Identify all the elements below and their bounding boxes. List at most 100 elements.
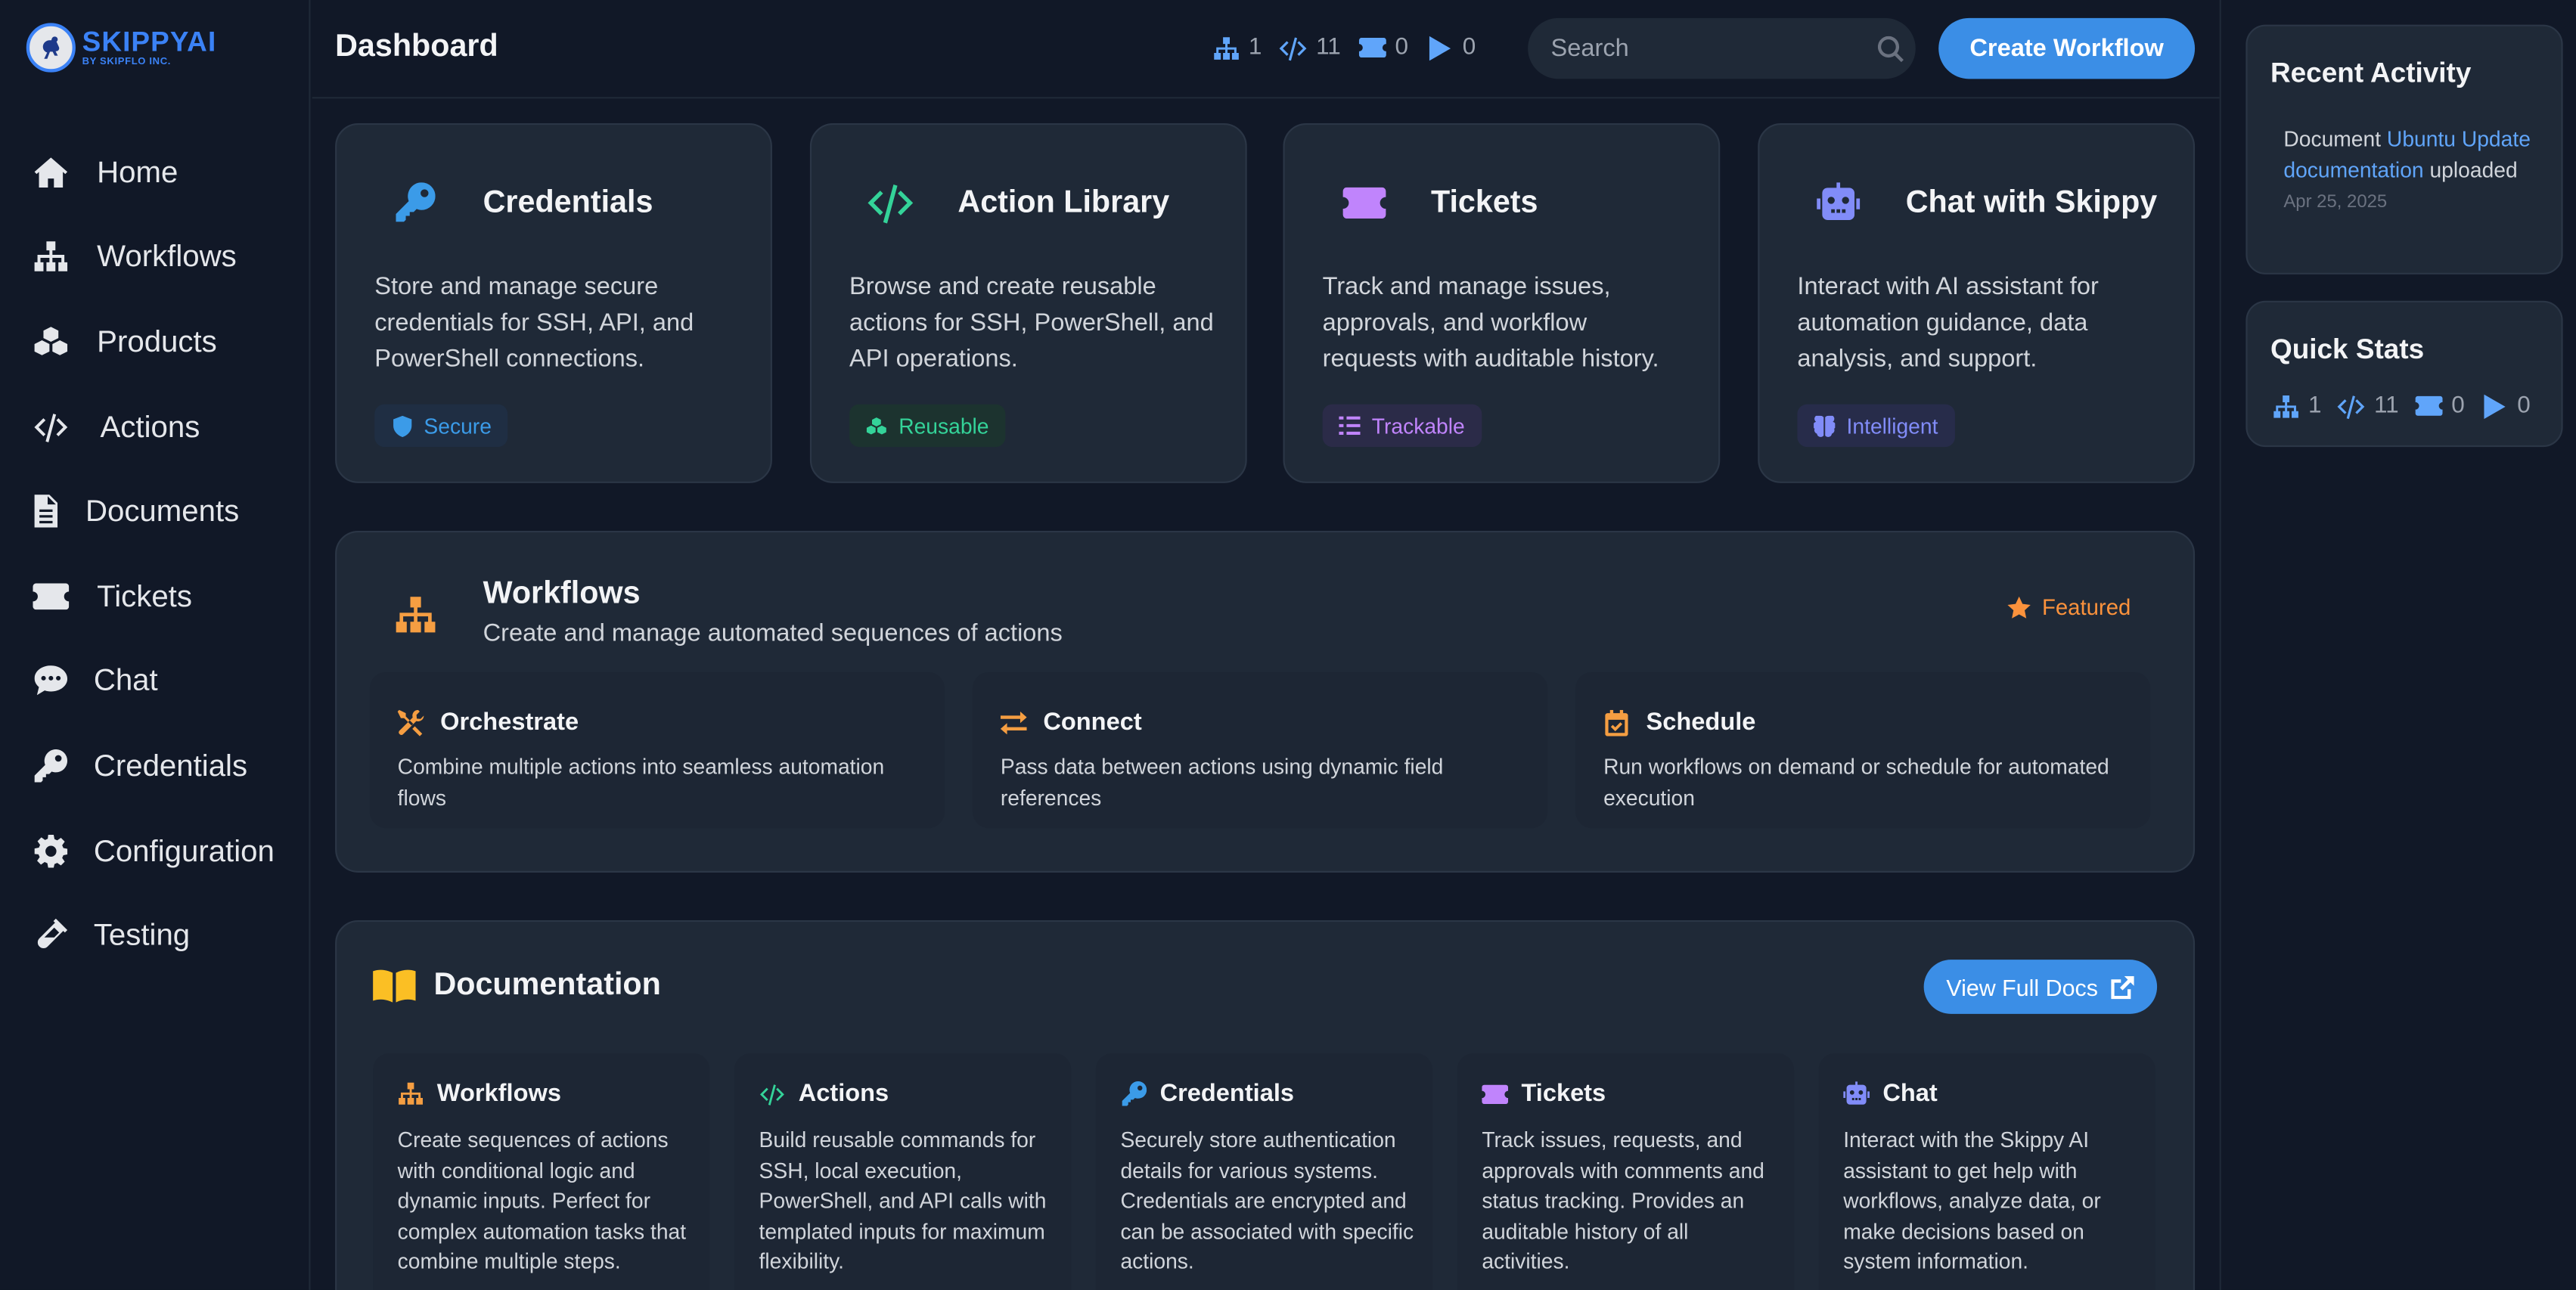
sidebar-item-workflows[interactable]: Workflows [0,215,311,299]
card-title: Credentials [483,185,653,221]
sidebar-item-label: Configuration [93,832,275,867]
badge-label: Secure [424,413,492,439]
workflows-title: Workflows [483,576,641,612]
chat-icon [33,663,69,699]
runs-count: 0 [1462,34,1476,61]
runs-stat: 0 [1425,33,1476,62]
code-icon [33,408,69,445]
search-input[interactable] [1550,34,1878,63]
create-workflow-button[interactable]: Create Workflow [1938,17,2196,79]
feature-title: Connect [1043,708,1142,736]
card-title: Tickets [1430,185,1538,221]
doc-column-description: Create sequences of actions with conditi… [397,1127,687,1274]
reusable-badge: Reusable [849,404,1006,448]
sidebar-item-label: Chat [93,662,158,698]
right-divider [2219,0,2221,1290]
gear-icon [33,833,69,869]
card-description: Interact with AI assistant for automatio… [1797,272,2099,374]
page-title: Dashboard [335,29,498,64]
search-box [1528,17,1916,79]
featured-label: Featured [2041,594,2131,620]
search-icon[interactable] [1877,35,1904,62]
ticket-icon [1358,33,1387,62]
doc-column-credentials[interactable]: Credentials Securely store authenticatio… [1095,1053,1433,1290]
badge-label: Intelligent [1846,413,1938,439]
tickets-card[interactable]: Tickets Track and manage issues, approva… [1283,122,1721,483]
credentials-card[interactable]: Credentials Store and manage secure cred… [335,122,772,483]
cubes-icon [866,415,887,436]
brand-subtitle: BY SKIPFLO INC. [82,57,172,68]
sidebar-item-tickets[interactable]: Tickets [0,554,311,638]
action-library-card[interactable]: Action Library Browse and create reusabl… [809,122,1247,483]
robot-icon [1797,169,1879,235]
card-description: Store and manage secure credentials for … [374,272,694,374]
documentation-title: Documentation [433,968,661,1003]
actions-count: 11 [1316,34,1341,61]
sidebar-item-label: Products [97,324,217,358]
cubes-icon [33,324,69,360]
doc-column-actions[interactable]: Actions Build reusable commands for SSH,… [734,1053,1072,1290]
code-icon [759,1081,786,1107]
shield-icon [391,414,412,436]
doc-column-title: Workflows [436,1079,561,1108]
activity-item: Document Ubuntu Update documentation upl… [2283,125,2547,218]
list-icon [1339,415,1361,436]
actions-stat: 11 [2336,391,2399,420]
play-icon [2479,391,2509,420]
intelligent-badge: Intelligent [1797,404,1955,448]
sidebar-item-credentials[interactable]: Credentials [0,724,311,808]
sitemap-icon [33,239,69,275]
doc-column-workflows[interactable]: Workflows Create sequences of actions wi… [373,1053,710,1290]
workflows-panel[interactable]: Workflows Create and manage automated se… [335,530,2196,873]
actions-count: 11 [2373,392,2399,420]
schedule-feature: Schedule Run workflows on demand or sche… [1575,671,2151,829]
exchange-icon [1000,709,1027,736]
key-icon [33,748,69,784]
workflows-stat: 1 [1211,33,1262,62]
brain-icon [1814,414,1836,436]
tickets-stat: 0 [2413,391,2465,420]
doc-column-title: Credentials [1159,1079,1295,1108]
logo[interactable]: SKIPPYAI BY SKIPFLO INC. [26,23,217,73]
actions-stat: 11 [1278,33,1341,62]
code-icon [2336,391,2366,420]
quick-stats-row: 1 11 0 0 [2270,391,2537,420]
secure-badge: Secure [374,404,508,448]
flask-icon [33,917,69,954]
view-full-docs-button[interactable]: View Full Docs [1923,960,2158,1014]
sidebar-item-configuration[interactable]: Configuration [0,808,311,893]
sidebar-item-label: Actions [100,408,200,443]
sidebar: SKIPPYAI BY SKIPFLO INC. Home Workflows … [0,0,311,1290]
tools-icon [397,709,424,736]
feature-description: Combine multiple actions into seamless a… [397,754,885,810]
key-icon [1120,1081,1147,1107]
activity-prefix: Document [2283,126,2382,151]
robot-icon [1843,1081,1870,1107]
tickets-count: 0 [1395,34,1409,61]
workflows-stat: 1 [2270,391,2321,420]
card-description: Browse and create reusable actions for S… [849,272,1214,374]
runs-stat: 0 [2479,391,2531,420]
doc-column-chat[interactable]: Chat Interact with the Skippy AI assista… [1818,1053,2155,1290]
doc-column-title: Tickets [1521,1079,1606,1108]
sitemap-icon [2270,391,2300,420]
quick-stats-card: Quick Stats 1 11 0 0 [2245,300,2563,448]
kangaroo-logo-icon [26,23,76,73]
header-stats: 1 11 0 0 [1211,33,1482,62]
code-icon [849,169,932,235]
doc-column-tickets[interactable]: Tickets Track issues, requests, and appr… [1457,1053,1795,1290]
chat-card[interactable]: Chat with Skippy Interact with AI assist… [1758,122,2196,483]
sidebar-item-label: Documents [85,493,240,528]
sidebar-item-home[interactable]: Home [0,130,311,215]
sidebar-item-documents[interactable]: Documents [0,469,311,554]
code-icon [1278,33,1308,62]
sidebar-item-testing[interactable]: Testing [0,893,311,978]
sidebar-item-actions[interactable]: Actions [0,384,311,469]
sidebar-item-products[interactable]: Products [0,299,311,384]
feature-title: Orchestrate [440,708,579,736]
ticket-icon [2413,391,2443,420]
badge-label: Reusable [898,413,989,439]
ticket-icon [33,578,70,614]
card-title: Action Library [957,185,1170,221]
sidebar-item-chat[interactable]: Chat [0,638,311,723]
